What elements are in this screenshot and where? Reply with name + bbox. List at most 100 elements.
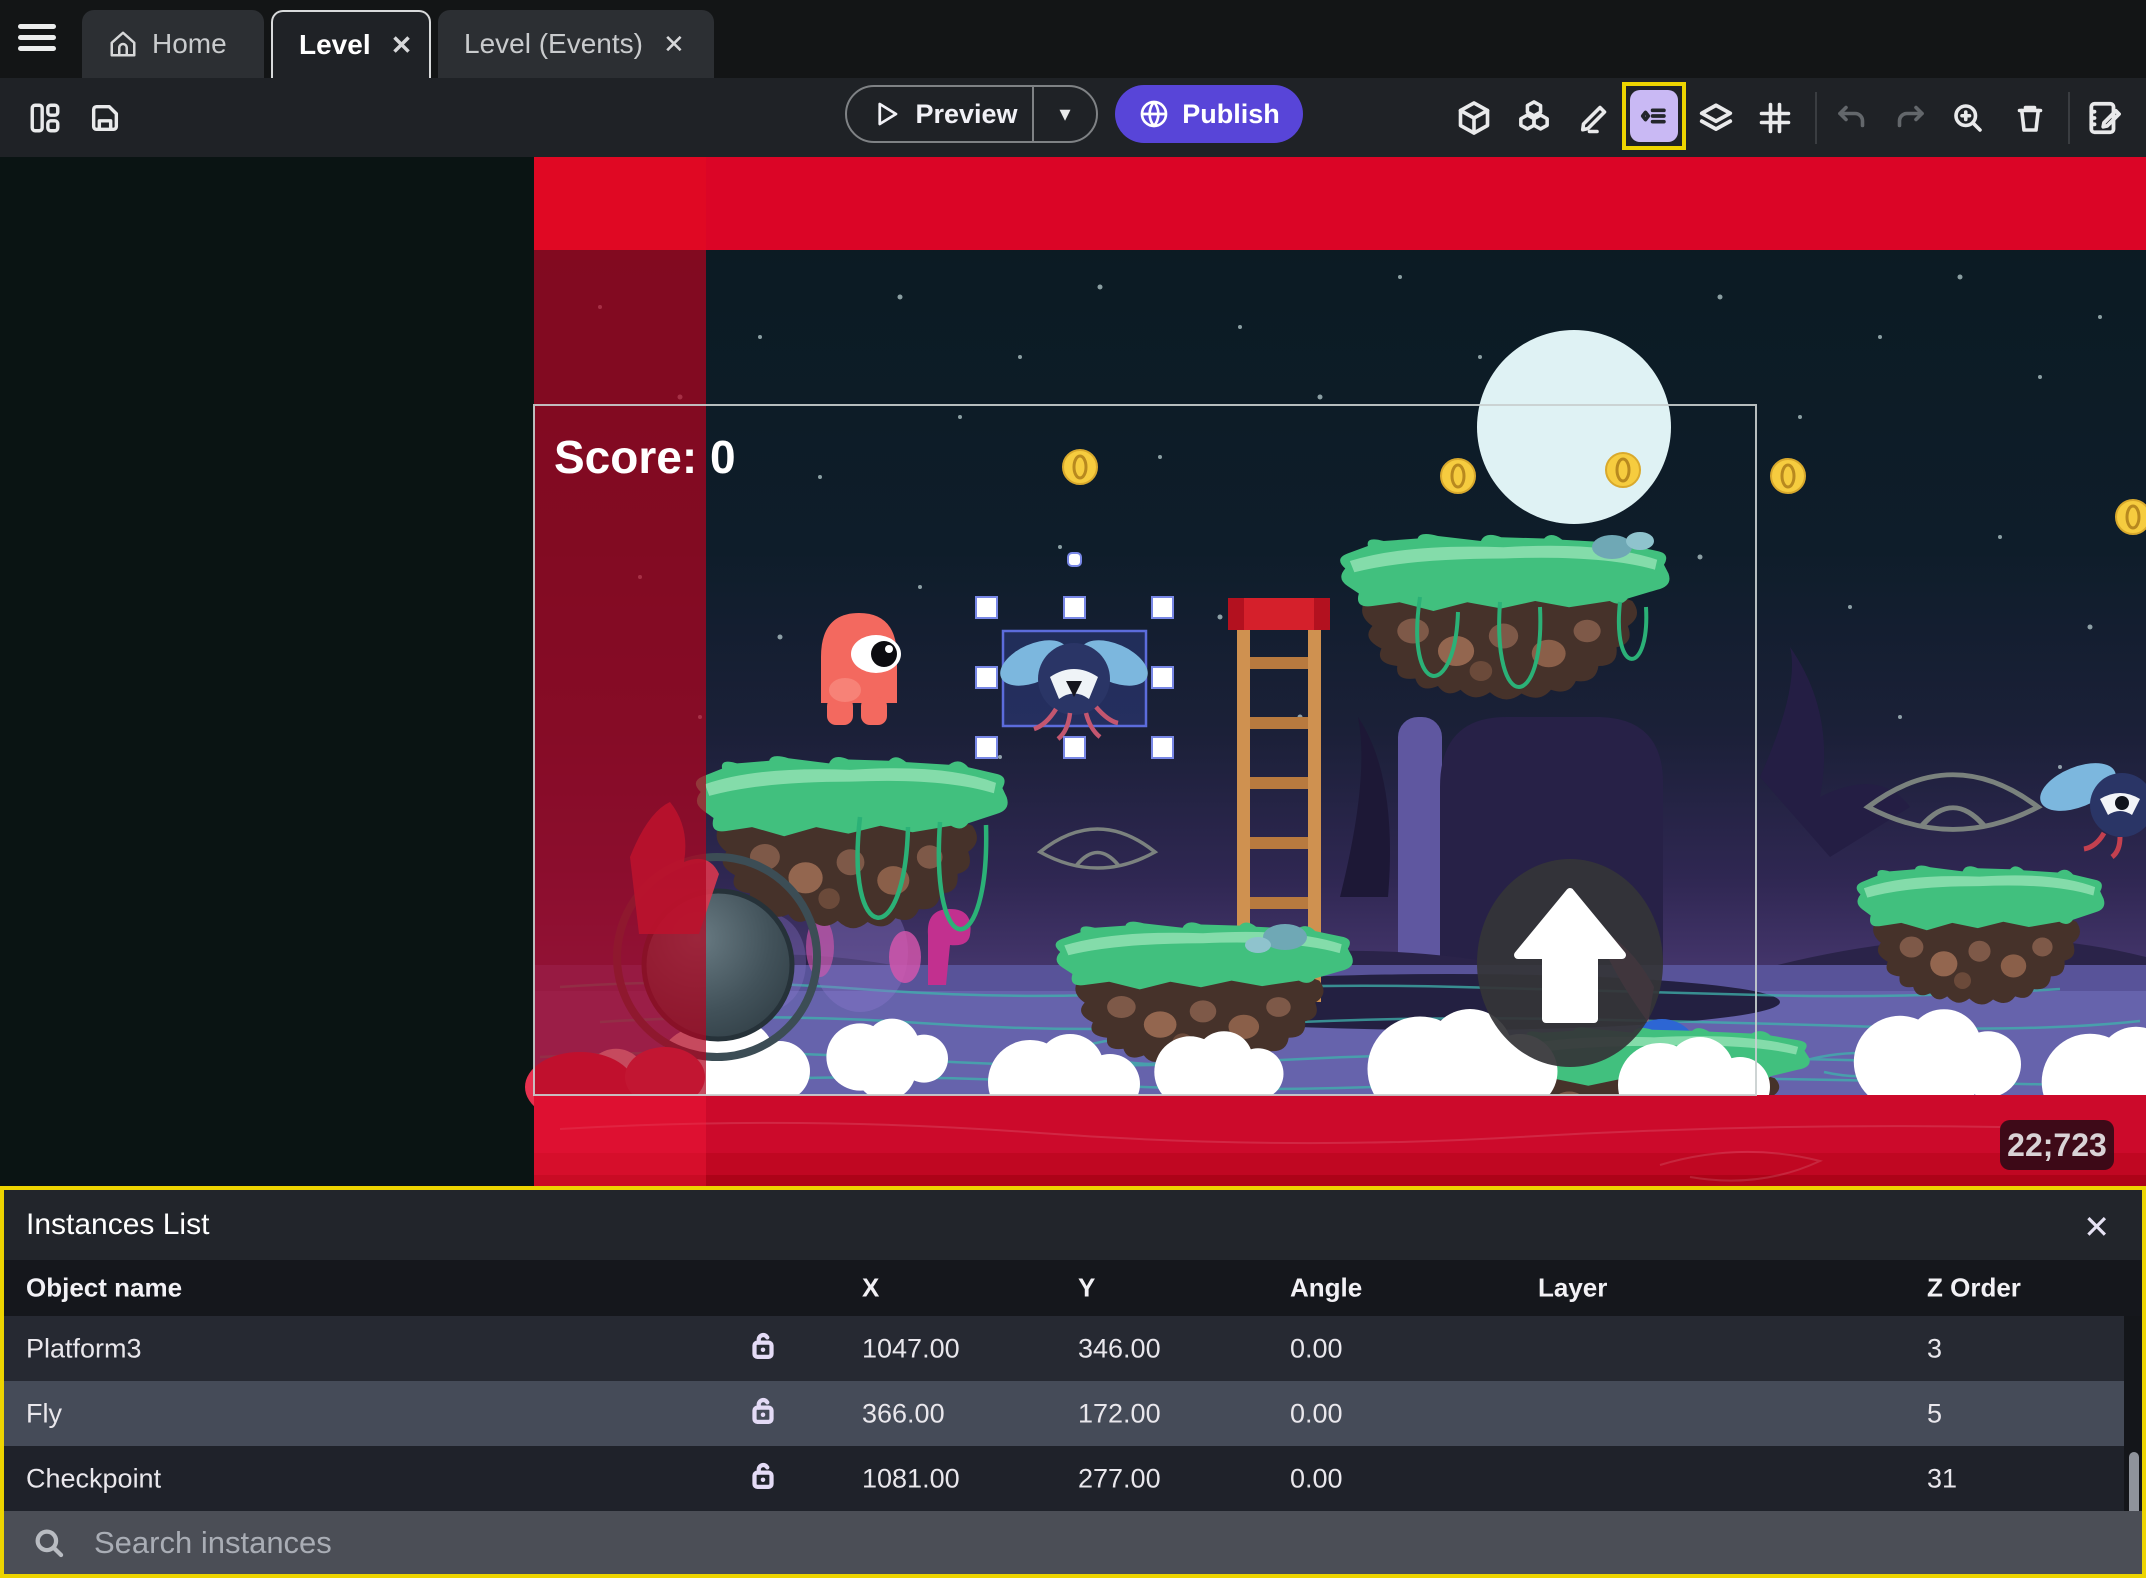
close-instances-panel-button[interactable]: ✕ (2083, 1208, 2110, 1246)
tab-level-events-label: Level (Events) (464, 28, 643, 59)
publish-button[interactable]: Publish (1115, 85, 1303, 143)
edit-scene-button[interactable] (1572, 96, 1616, 140)
column-angle: Angle (1290, 1272, 1363, 1303)
tab-home[interactable]: Home (82, 10, 264, 78)
open-layers-button[interactable] (1694, 96, 1738, 140)
moon[interactable] (1477, 330, 1671, 524)
instance-x[interactable]: 1081.00 (862, 1463, 960, 1494)
tab-level[interactable]: Level ✕ (271, 10, 431, 78)
publish-label: Publish (1182, 98, 1280, 129)
instance-z-order[interactable]: 31 (1927, 1463, 1957, 1494)
instance-y[interactable]: 277.00 (1078, 1463, 1161, 1494)
objects-groups-button[interactable] (1512, 96, 1556, 140)
unlock-toggle-button[interactable] (746, 1328, 780, 1369)
scene-canvas[interactable]: Score: 0 22;723 (0, 157, 2146, 1186)
toolbar-divider (2068, 92, 2070, 144)
tab-level-events-close-icon[interactable]: ✕ (657, 29, 685, 60)
column-layer: Layer (1538, 1272, 1608, 1303)
layers-icon (1699, 103, 1733, 131)
note-edit-icon (2089, 101, 2121, 135)
instance-name: Fly (26, 1398, 62, 1428)
instance-z-order[interactable]: 3 (1927, 1333, 1942, 1364)
cubes-group-icon (1519, 100, 1549, 131)
instance-angle[interactable]: 0.00 (1290, 1398, 1343, 1429)
red-band-vertical-bottom (534, 1095, 706, 1186)
scene-render[interactable]: Score: 0 22;723 (0, 157, 2146, 1186)
coin (1062, 449, 1098, 485)
toggle-grid-button[interactable] (1753, 96, 1797, 140)
selected-fly-instance[interactable] (993, 629, 1154, 741)
instances-panel-header: Instances List (4, 1190, 2142, 1260)
hamburger-icon (18, 24, 56, 29)
table-row-fly-selected[interactable]: Fly 366.00 172.00 0.00 5 (4, 1381, 2142, 1446)
instance-y[interactable]: 346.00 (1078, 1333, 1161, 1364)
add-object-button[interactable] (1452, 96, 1496, 140)
rotation-handle (1067, 552, 1082, 567)
panel-scrollbar-thumb[interactable] (2129, 1452, 2139, 1520)
preview-dropdown-button[interactable]: ▾ (1034, 101, 1096, 127)
grid-icon (1759, 102, 1791, 134)
toggle-panels-button[interactable] (23, 96, 67, 140)
unlock-toggle-button[interactable] (746, 1393, 780, 1434)
main-menu-button[interactable] (18, 24, 58, 54)
open-instances-list-button[interactable] (1630, 90, 1678, 142)
instances-list-panel: Instances List ✕ Object name X Y Angle L… (0, 1186, 2146, 1578)
search-instances-bar (4, 1511, 2142, 1574)
instance-angle[interactable]: 0.00 (1290, 1333, 1343, 1364)
redo-button[interactable] (1888, 96, 1932, 140)
tab-level-label: Level (299, 29, 371, 60)
coin (1770, 458, 1806, 494)
svg-text:22;723: 22;723 (2007, 1127, 2107, 1163)
save-icon (91, 104, 119, 132)
home-icon (110, 31, 136, 57)
red-band-vertical[interactable] (534, 250, 706, 1095)
column-x: X (862, 1272, 880, 1303)
instance-name: Platform3 (26, 1333, 142, 1363)
trash-icon (2017, 105, 2043, 132)
table-row-checkpoint[interactable]: Checkpoint 1081.00 277.00 0.00 31 (4, 1446, 2142, 1511)
zoom-in-icon (1954, 104, 1982, 132)
red-band-bottom[interactable] (534, 1095, 2146, 1186)
globe-icon (1140, 100, 1168, 128)
coin (1440, 458, 1476, 494)
search-icon (35, 1529, 64, 1557)
column-object-name: Object name (26, 1272, 183, 1303)
delete-button[interactable] (2008, 96, 2052, 140)
save-button[interactable] (83, 96, 127, 140)
edit-scene-properties-button[interactable] (2082, 96, 2126, 140)
tab-level-events[interactable]: Level (Events) ✕ (438, 10, 714, 78)
tab-level-close-icon[interactable]: ✕ (385, 30, 413, 61)
red-band-vertical-top[interactable] (534, 157, 706, 250)
table-row-platform3[interactable]: Platform3 1047.00 346.00 0.00 3 (4, 1316, 2142, 1381)
tab-strip: Home Level ✕ Level (Events) ✕ (0, 0, 2146, 78)
panel-layout-icon (30, 103, 60, 133)
pencil-icon (1580, 105, 1607, 134)
instances-list-icon (1640, 108, 1666, 124)
preview-label: Preview (915, 98, 1018, 129)
undo-button[interactable] (1830, 96, 1874, 140)
gdevelop-editor-window: Home Level ✕ Level (Events) ✕ Preview ▾ … (0, 0, 2146, 1578)
red-band-top[interactable] (534, 157, 2146, 250)
search-instances-input[interactable] (92, 1523, 2142, 1562)
column-z-order: Z Order (1927, 1272, 2021, 1303)
instances-table-header: Object name X Y Angle Layer Z Order (4, 1260, 2142, 1316)
cursor-coordinates-badge: 22;723 (2000, 1120, 2114, 1170)
instance-angle[interactable]: 0.00 (1290, 1463, 1343, 1494)
play-icon (878, 102, 898, 126)
instances-panel-title: Instances List (26, 1208, 210, 1241)
instance-x[interactable]: 366.00 (862, 1398, 945, 1429)
toolbar-divider (1815, 92, 1817, 144)
redo-icon (1897, 105, 1924, 128)
panel-scrollbar-track (2124, 1316, 2142, 1520)
instance-y[interactable]: 172.00 (1078, 1398, 1161, 1429)
score-text: Score: 0 (554, 431, 736, 483)
unlock-toggle-button[interactable] (746, 1458, 780, 1499)
column-y: Y (1078, 1272, 1096, 1303)
zoom-in-button[interactable] (1946, 96, 1990, 140)
instance-x[interactable]: 1047.00 (862, 1333, 960, 1364)
cube-icon (1458, 101, 1490, 135)
preview-button[interactable]: Preview ▾ (845, 85, 1098, 143)
instance-z-order[interactable]: 5 (1927, 1398, 1942, 1429)
jump-button[interactable] (1477, 859, 1663, 1067)
coin (2115, 499, 2146, 535)
